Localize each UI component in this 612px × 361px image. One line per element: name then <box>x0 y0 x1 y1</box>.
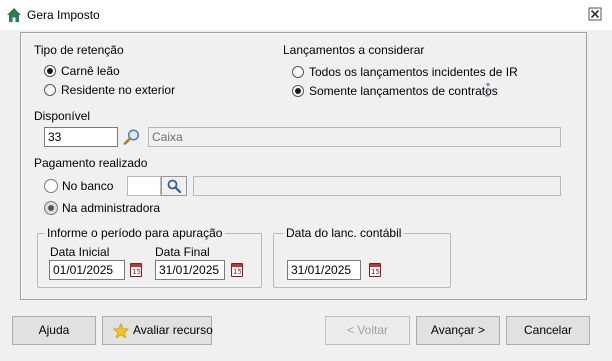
somente-contratos-label[interactable]: Somente lançamentos de contratos <box>309 84 498 98</box>
info-icon[interactable] <box>482 82 492 98</box>
entries-label: Lançamentos a considerar <box>283 43 425 57</box>
bank-search-button[interactable] <box>161 176 187 196</box>
home-icon <box>7 8 21 22</box>
radio-somente-contratos[interactable] <box>292 85 304 97</box>
radio-carne-leao[interactable] <box>44 65 56 77</box>
next-button[interactable]: Avançar > <box>416 316 500 345</box>
radio-na-administradora[interactable] <box>44 201 58 215</box>
radio-residente-exterior[interactable] <box>44 84 56 96</box>
calendar-icon[interactable]: 15 <box>130 263 142 277</box>
rate-feature-button[interactable]: Avaliar recurso <box>102 316 213 345</box>
available-label: Disponível <box>34 109 91 123</box>
window-title: Gera Imposto <box>27 8 100 22</box>
next-button-label: Avançar > <box>430 323 486 337</box>
search-icon[interactable] <box>123 128 141 146</box>
help-button-label: Ajuda <box>38 323 70 337</box>
accounting-date-label: Data do lanc. contábil <box>283 226 405 240</box>
start-date-label: Data Inicial <box>50 245 110 259</box>
calendar-icon[interactable]: 15 <box>231 263 243 277</box>
start-date-input[interactable]: 01/01/2025 <box>49 260 125 280</box>
todos-lancamentos-label[interactable]: Todos os lançamentos incidentes de IR <box>309 65 518 79</box>
accounting-date-input[interactable]: 31/01/2025 <box>287 260 361 280</box>
bank-code-input[interactable] <box>127 176 161 196</box>
back-button-label: < Voltar <box>346 323 389 337</box>
period-group-label: Informe o período para apuração <box>44 226 226 240</box>
star-icon <box>113 323 129 339</box>
cancel-button[interactable]: Cancelar <box>506 316 590 345</box>
cancel-button-label: Cancelar <box>523 323 573 337</box>
residente-exterior-label[interactable]: Residente no exterior <box>61 83 175 97</box>
end-date-label: Data Final <box>155 245 210 259</box>
carne-leao-label[interactable]: Carnê leão <box>61 64 120 78</box>
payment-label: Pagamento realizado <box>34 156 148 170</box>
no-banco-label[interactable]: No banco <box>62 179 113 193</box>
bank-name-field <box>193 176 561 196</box>
na-administradora-label[interactable]: Na administradora <box>62 201 160 215</box>
calendar-icon[interactable]: 15 <box>369 263 381 277</box>
radio-todos-lancamentos[interactable] <box>292 66 304 78</box>
radio-no-banco[interactable] <box>44 179 58 193</box>
help-button[interactable]: Ajuda <box>12 316 96 345</box>
retention-type-label: Tipo de retenção <box>34 43 124 57</box>
end-date-input[interactable]: 31/01/2025 <box>155 260 225 280</box>
rate-feature-label: Avaliar recurso <box>133 323 213 337</box>
close-icon[interactable] <box>588 7 602 21</box>
title-bar: Gera Imposto <box>0 0 612 30</box>
available-code-input[interactable]: 33 <box>44 127 118 147</box>
available-description-field: Caixa <box>148 127 561 147</box>
back-button[interactable]: < Voltar <box>325 316 410 345</box>
search-icon <box>167 179 181 193</box>
